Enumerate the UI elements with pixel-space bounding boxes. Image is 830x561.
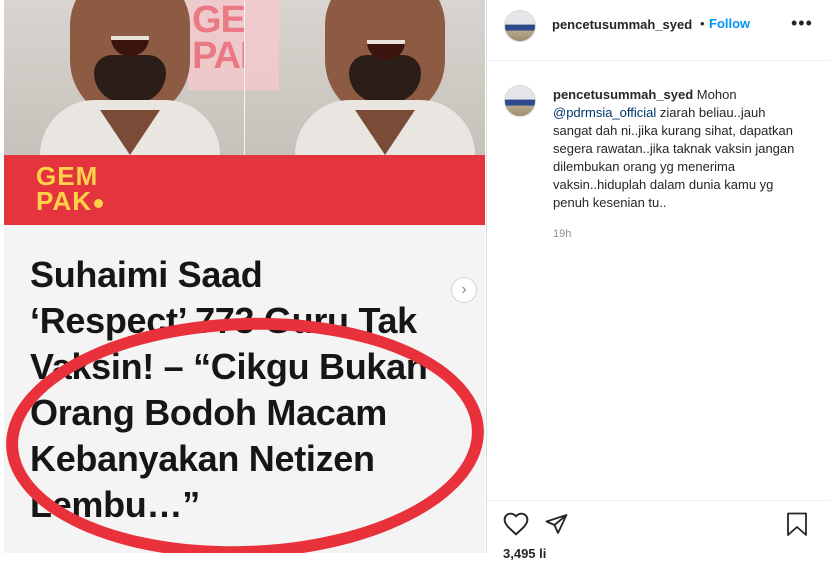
video-frame-left: GEM PAK: [4, 0, 244, 155]
chevron-right-icon: ›: [461, 281, 467, 298]
separator-dot: •: [700, 16, 705, 31]
more-options-icon[interactable]: •••: [791, 13, 813, 34]
post-header: pencetusummah_syed • Follow •••: [487, 0, 830, 61]
gempak-watermark-partial: [245, 0, 279, 90]
avatar[interactable]: [504, 10, 536, 42]
post-sidebar: pencetusummah_syed • Follow ••• pencetus…: [486, 0, 830, 561]
likes-count[interactable]: 3,495 li: [503, 546, 546, 561]
caption-text-after: ziarah beliau..jauh sangat dah ni..jika …: [553, 105, 795, 210]
logo-dot: [93, 198, 103, 208]
gempak-banner: GEM PAK: [4, 155, 485, 225]
gempak-logo: GEM PAK: [36, 163, 103, 216]
gempak-logo-line2: PAK: [36, 186, 92, 216]
next-slide-button[interactable]: ›: [451, 277, 477, 303]
caption-mention-link[interactable]: @pdrmsia_official: [553, 105, 656, 120]
post-media[interactable]: GEM PAK GEM PAK Suhaimi Saad ‘Respect’ 7…: [4, 0, 485, 553]
caption-text-before: Mohon: [696, 87, 737, 102]
follow-button[interactable]: Follow: [709, 16, 750, 31]
video-frame-right: [245, 0, 485, 155]
post-caption: pencetusummah_syed Mohon @pdrmsia_offici…: [553, 86, 803, 212]
watermark-text: GEM PAK: [192, 0, 244, 77]
heart-icon[interactable]: [503, 512, 529, 541]
bookmark-icon[interactable]: [786, 512, 808, 542]
header-username[interactable]: pencetusummah_syed: [552, 17, 692, 32]
caption-timestamp[interactable]: 19h: [553, 228, 571, 240]
person-beard: [94, 55, 166, 103]
paper-plane-icon[interactable]: [544, 512, 569, 541]
caption-avatar[interactable]: [504, 85, 536, 117]
person-beard: [349, 55, 421, 103]
caption-username[interactable]: pencetusummah_syed: [553, 87, 693, 102]
headline-line: Suhaimi Saad: [30, 254, 263, 295]
gempak-watermark: GEM PAK: [188, 0, 244, 90]
